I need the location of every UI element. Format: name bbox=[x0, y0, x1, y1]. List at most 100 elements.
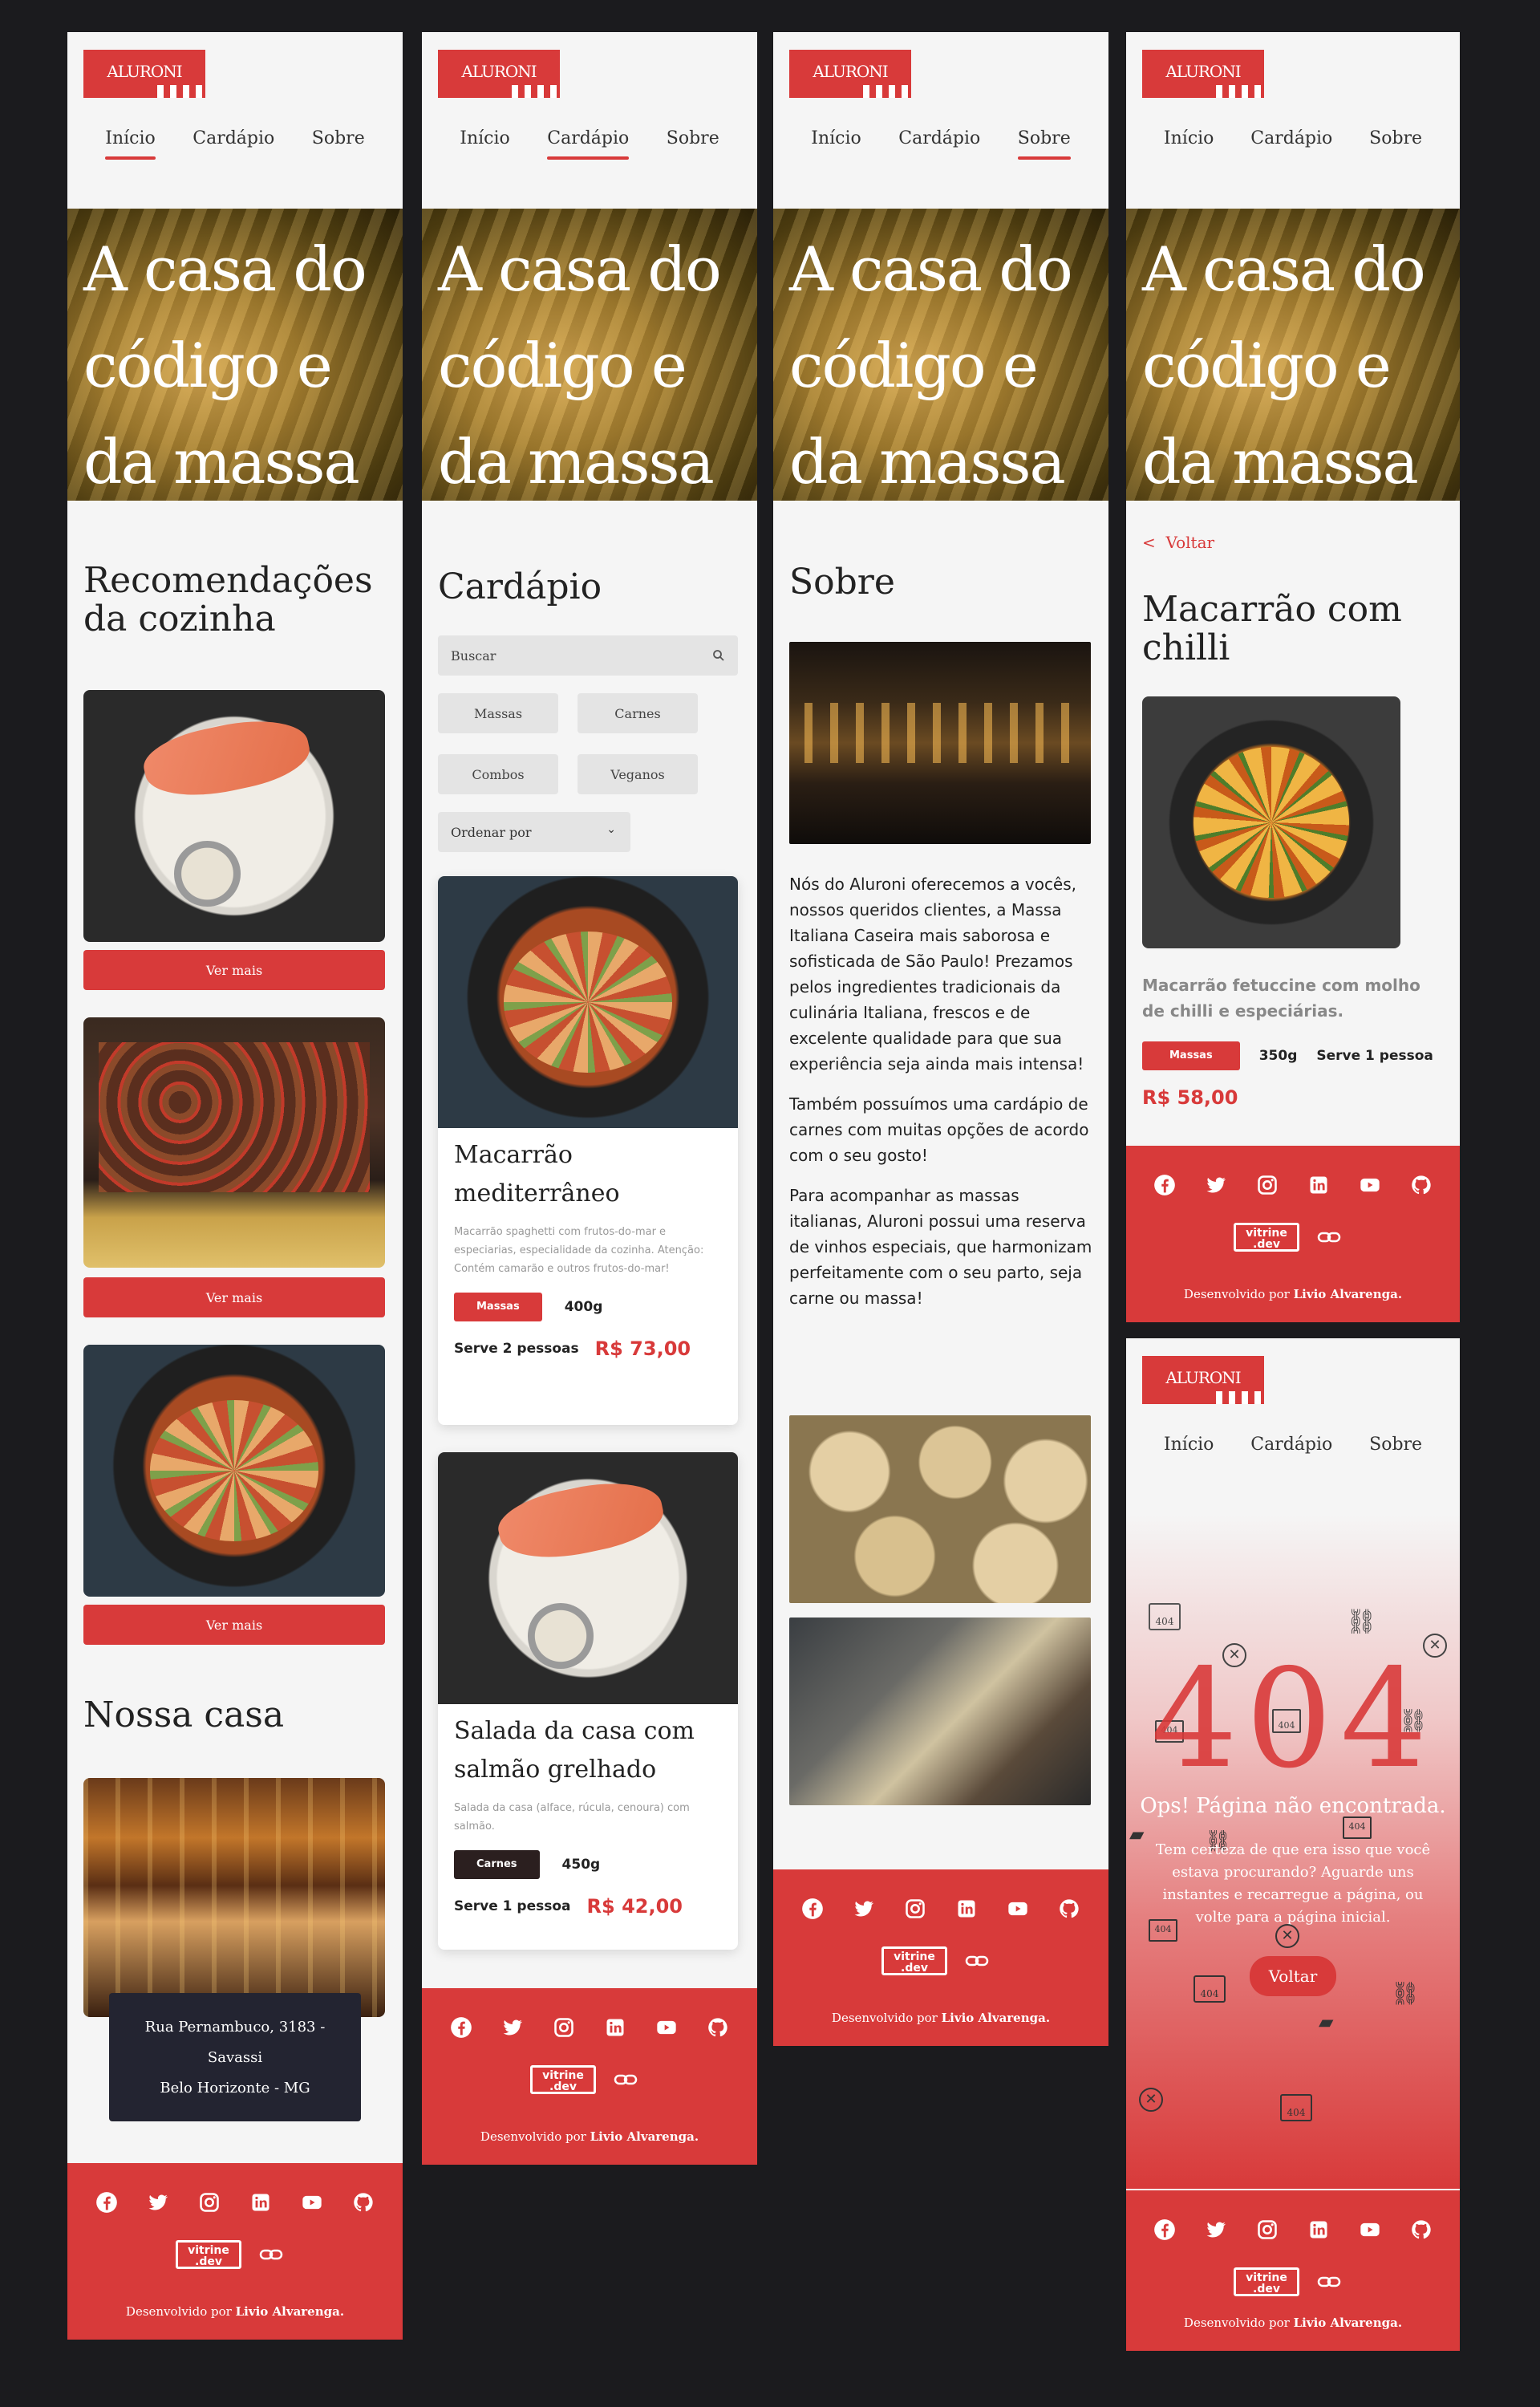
youtube-icon[interactable] bbox=[300, 2190, 324, 2214]
ver-mais-button[interactable]: Ver mais bbox=[83, 950, 385, 990]
facebook-icon[interactable] bbox=[1153, 2218, 1177, 2242]
nav-inicio[interactable]: Início bbox=[460, 128, 510, 160]
credit-author[interactable]: Livio Alvarenga. bbox=[942, 2011, 1050, 2025]
footer: vitrine .dev Desenvolvido por Livio Alvar… bbox=[773, 1869, 1108, 2046]
vitrine-dev-logo[interactable]: vitrine .dev bbox=[881, 1946, 947, 1975]
youtube-icon[interactable] bbox=[1006, 1897, 1030, 1921]
link-icon[interactable] bbox=[1317, 1229, 1341, 1245]
hero-title: A casa do código e da massa bbox=[789, 233, 1073, 497]
credit-author[interactable]: Livio Alvarenga. bbox=[1294, 2316, 1402, 2330]
github-icon[interactable] bbox=[1409, 2218, 1433, 2242]
instagram-icon[interactable] bbox=[903, 1897, 927, 1921]
vitrine-dev-logo[interactable]: vitrine .dev bbox=[1234, 2267, 1299, 2296]
broken-folder-icon: ▰ bbox=[1129, 1823, 1145, 1845]
vitrine-dev-logo[interactable]: vitrine .dev bbox=[530, 2065, 596, 2094]
nav-inicio[interactable]: Início bbox=[811, 128, 861, 160]
menu-item-card[interactable]: Salada da casa com salmão grelhado Salad… bbox=[438, 1452, 738, 1950]
nav-cardapio[interactable]: Cardápio bbox=[1250, 128, 1332, 160]
facebook-icon[interactable] bbox=[800, 1897, 825, 1921]
github-icon[interactable] bbox=[706, 2015, 730, 2040]
ver-mais-button[interactable]: Ver mais bbox=[83, 1277, 385, 1317]
back-home-button[interactable]: Voltar bbox=[1250, 1956, 1336, 1996]
twitter-icon[interactable] bbox=[1204, 1173, 1228, 1197]
linkedin-icon[interactable] bbox=[1307, 1173, 1331, 1197]
twitter-icon[interactable] bbox=[146, 2190, 170, 2214]
restaurant-exterior-image bbox=[789, 642, 1091, 844]
youtube-icon[interactable] bbox=[1358, 2218, 1382, 2242]
vitrine-text: vitrine bbox=[188, 2244, 229, 2257]
github-icon[interactable] bbox=[1409, 1173, 1433, 1197]
dish-size: 350g bbox=[1258, 1048, 1298, 1064]
facebook-icon[interactable] bbox=[449, 2015, 473, 2040]
broken-link-icon: ⛓ bbox=[1346, 1608, 1377, 1636]
nav-sobre[interactable]: Sobre bbox=[1369, 1435, 1422, 1466]
nav-inicio[interactable]: Início bbox=[1164, 1435, 1214, 1466]
filter-massas[interactable]: Massas bbox=[438, 693, 558, 733]
twitter-icon[interactable] bbox=[1204, 2218, 1228, 2242]
facebook-icon[interactable] bbox=[1153, 1173, 1177, 1197]
instagram-icon[interactable] bbox=[197, 2190, 221, 2214]
github-icon[interactable] bbox=[351, 2190, 375, 2214]
icon-label: 404 bbox=[1348, 1821, 1366, 1832]
nav-sobre[interactable]: Sobre bbox=[312, 128, 365, 160]
instagram-icon[interactable] bbox=[552, 2015, 576, 2040]
instagram-icon[interactable] bbox=[1255, 2218, 1279, 2242]
nav-cardapio[interactable]: Cardápio bbox=[898, 128, 980, 160]
ver-mais-button[interactable]: Ver mais bbox=[83, 1605, 385, 1645]
twitter-icon[interactable] bbox=[852, 1897, 876, 1921]
filter-combos[interactable]: Combos bbox=[438, 754, 558, 794]
filter-carnes[interactable]: Carnes bbox=[578, 693, 698, 733]
footer: vitrine .dev Desenvolvido por Livio Alvar… bbox=[1126, 1146, 1460, 1322]
back-link[interactable]: < Voltar bbox=[1142, 533, 1214, 552]
search-icon[interactable] bbox=[712, 649, 725, 662]
close-circle-icon: ✕ bbox=[1275, 1924, 1299, 1948]
instagram-icon[interactable] bbox=[1255, 1173, 1279, 1197]
nav-inicio[interactable]: Início bbox=[105, 128, 156, 160]
menu-item-card[interactable]: Macarrão mediterrâneo Macarrão spaghetti… bbox=[438, 876, 738, 1425]
social-icons bbox=[1126, 1173, 1460, 1197]
facebook-icon[interactable] bbox=[95, 2190, 119, 2214]
credit-author[interactable]: Livio Alvarenga. bbox=[1294, 1287, 1402, 1301]
github-icon[interactable] bbox=[1057, 1897, 1081, 1921]
aluroni-logo[interactable]: ALURONI bbox=[83, 50, 205, 98]
linkedin-icon[interactable] bbox=[249, 2190, 273, 2214]
credit-text: Desenvolvido por Livio Alvarenga. bbox=[773, 2011, 1108, 2025]
hero-banner: A casa do código e da massa bbox=[422, 209, 757, 501]
aluroni-logo[interactable]: ALURONI bbox=[789, 50, 911, 98]
nav-cardapio[interactable]: Cardápio bbox=[1250, 1435, 1332, 1466]
linkedin-icon[interactable] bbox=[603, 2015, 627, 2040]
logo-text: ALURONI bbox=[813, 62, 888, 81]
linkedin-icon[interactable] bbox=[1307, 2218, 1331, 2242]
broken-folder-icon: ▰ bbox=[1319, 2011, 1334, 2033]
vitrine-dev-logo[interactable]: vitrine .dev bbox=[1234, 1223, 1299, 1252]
nav-cardapio[interactable]: Cardápio bbox=[547, 128, 630, 160]
nav-inicio[interactable]: Início bbox=[1164, 128, 1214, 160]
link-icon[interactable] bbox=[614, 2072, 638, 2088]
youtube-icon[interactable] bbox=[654, 2015, 679, 2040]
filter-veganos[interactable]: Veganos bbox=[578, 754, 698, 794]
vitrine-dev-logo[interactable]: vitrine .dev bbox=[176, 2240, 241, 2269]
linkedin-icon[interactable] bbox=[954, 1897, 979, 1921]
nav-cardapio[interactable]: Cardápio bbox=[192, 128, 274, 160]
credit-prefix: Desenvolvido por bbox=[1183, 2316, 1290, 2330]
checkered-pattern bbox=[1216, 1391, 1264, 1404]
search-input[interactable]: Buscar bbox=[438, 635, 738, 676]
credit-author[interactable]: Livio Alvarenga. bbox=[590, 2129, 699, 2144]
logo-text: ALURONI bbox=[107, 62, 182, 81]
credit-text: Desenvolvido por Livio Alvarenga. bbox=[67, 2304, 403, 2319]
link-icon[interactable] bbox=[965, 1953, 989, 1969]
credit-author[interactable]: Livio Alvarenga. bbox=[236, 2304, 344, 2319]
aluroni-logo[interactable]: ALURONI bbox=[1142, 1356, 1264, 1404]
about-paragraph: Também possuímos uma cardápio de carnes … bbox=[789, 1094, 1089, 1165]
nav-sobre[interactable]: Sobre bbox=[667, 128, 719, 160]
nav-sobre[interactable]: Sobre bbox=[1369, 128, 1422, 160]
aluroni-logo[interactable]: ALURONI bbox=[438, 50, 560, 98]
link-icon[interactable] bbox=[259, 2247, 283, 2263]
youtube-icon[interactable] bbox=[1358, 1173, 1382, 1197]
aluroni-logo[interactable]: ALURONI bbox=[1142, 50, 1264, 98]
nav-sobre[interactable]: Sobre bbox=[1017, 128, 1071, 160]
search-placeholder: Buscar bbox=[451, 648, 496, 664]
twitter-icon[interactable] bbox=[500, 2015, 525, 2040]
link-icon[interactable] bbox=[1317, 2274, 1341, 2290]
sort-select[interactable]: Ordenar por ⌄ bbox=[438, 812, 630, 852]
